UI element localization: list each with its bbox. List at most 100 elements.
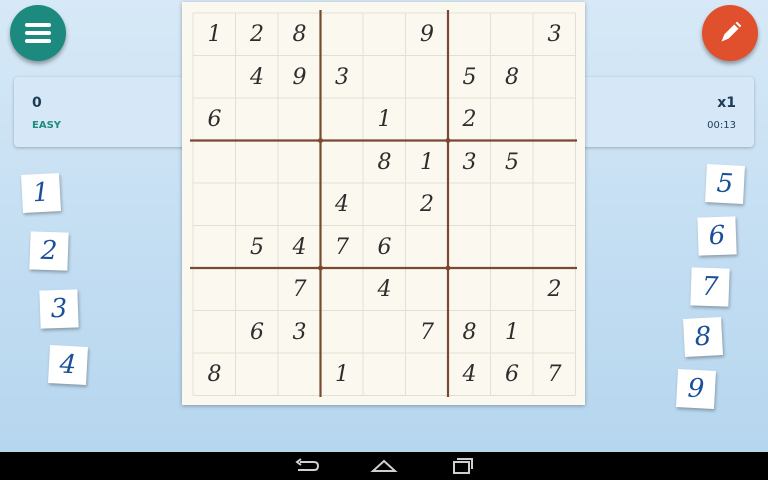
board-cell[interactable] [278,183,321,226]
board-cell[interactable]: 9 [406,13,449,56]
board-cell[interactable]: 4 [278,226,321,269]
board-cell[interactable]: 1 [363,98,406,141]
board-cell[interactable] [406,226,449,269]
number-tile-8[interactable]: 8 [683,317,723,357]
board-cell[interactable] [491,13,534,56]
board-cell[interactable] [193,311,236,354]
board-cell[interactable]: 4 [448,353,491,396]
board-cell[interactable] [448,183,491,226]
board-cell[interactable]: 4 [363,268,406,311]
board-cell[interactable]: 7 [278,268,321,311]
board-cell[interactable] [363,183,406,226]
board-cell[interactable] [236,183,279,226]
board-cell[interactable]: 9 [278,56,321,99]
number-tile-4[interactable]: 4 [48,345,88,385]
board-cell[interactable] [448,268,491,311]
number-tile-2[interactable]: 2 [29,231,69,271]
board-cell[interactable] [491,268,534,311]
board-cell[interactable]: 3 [278,311,321,354]
number-tile-1[interactable]: 1 [21,173,61,213]
board-cell[interactable]: 4 [236,56,279,99]
board-cell[interactable] [278,98,321,141]
board-cell[interactable]: 1 [491,311,534,354]
board-cell[interactable] [193,268,236,311]
board-cell[interactable]: 8 [193,353,236,396]
board-cell[interactable]: 3 [448,141,491,184]
pencil-button[interactable] [702,5,758,61]
board-cell[interactable] [193,183,236,226]
board-cell[interactable]: 5 [491,141,534,184]
board-cell[interactable]: 8 [491,56,534,99]
board-cell[interactable] [448,13,491,56]
board-cell[interactable] [321,13,364,56]
board-cell[interactable] [321,268,364,311]
board-cell[interactable] [321,141,364,184]
board-cell[interactable] [491,183,534,226]
board-cell[interactable]: 6 [193,98,236,141]
board-cell[interactable] [533,98,576,141]
board-cell[interactable]: 3 [533,13,576,56]
board-cell[interactable] [321,311,364,354]
home-button[interactable] [369,456,399,476]
board-cell[interactable] [406,98,449,141]
board-cell[interactable] [448,226,491,269]
board-cell[interactable] [278,353,321,396]
board-cell[interactable] [193,56,236,99]
board-cell[interactable] [321,98,364,141]
number-tile-5[interactable]: 5 [705,164,745,204]
board-cell[interactable] [193,141,236,184]
multiplier-value: x1 [717,95,736,111]
pencil-icon [721,21,742,42]
board-cell[interactable] [491,226,534,269]
board-cell[interactable] [363,353,406,396]
board-cell[interactable]: 2 [448,98,491,141]
board-cell[interactable]: 4 [321,183,364,226]
board-cell[interactable] [406,56,449,99]
board-cell[interactable] [236,353,279,396]
recents-button[interactable] [446,456,476,476]
number-tile-3[interactable]: 3 [39,289,79,329]
board-cell[interactable]: 2 [406,183,449,226]
difficulty-label: EASY [32,120,62,131]
board-cell[interactable]: 8 [448,311,491,354]
board-cell[interactable]: 1 [321,353,364,396]
board-cell[interactable]: 8 [363,141,406,184]
board-cell[interactable]: 7 [533,353,576,396]
board-cell[interactable]: 8 [278,13,321,56]
board-cell[interactable]: 6 [236,311,279,354]
board-cell[interactable]: 3 [321,56,364,99]
board-cell[interactable]: 1 [193,13,236,56]
board-cell[interactable] [363,56,406,99]
board-cell[interactable] [363,311,406,354]
board-cell[interactable]: 7 [321,226,364,269]
board-cell[interactable]: 5 [448,56,491,99]
board-cell[interactable]: 7 [406,311,449,354]
board-cell[interactable] [533,226,576,269]
board-cell[interactable] [491,98,534,141]
board-cell[interactable] [533,311,576,354]
number-tile-9[interactable]: 9 [676,369,716,409]
board-cell[interactable] [406,353,449,396]
back-icon [295,458,320,471]
board-cell[interactable] [236,98,279,141]
score-value: 0 [32,95,42,111]
number-tile-7[interactable]: 7 [690,267,730,307]
board-cell[interactable] [236,141,279,184]
board-cell[interactable] [533,183,576,226]
board-cell[interactable]: 6 [363,226,406,269]
number-tile-6[interactable]: 6 [697,216,737,256]
board-cell[interactable] [363,13,406,56]
board-cell[interactable]: 6 [491,353,534,396]
board-cell[interactable] [193,226,236,269]
board-cell[interactable] [278,141,321,184]
menu-button[interactable] [10,5,66,61]
board-cell[interactable] [533,141,576,184]
board-cell[interactable]: 5 [236,226,279,269]
board-cell[interactable]: 2 [533,268,576,311]
board-cell[interactable] [406,268,449,311]
board-cell[interactable]: 2 [236,13,279,56]
board-cell[interactable]: 1 [406,141,449,184]
back-button[interactable] [292,456,322,476]
board-cell[interactable] [533,56,576,99]
board-cell[interactable] [236,268,279,311]
